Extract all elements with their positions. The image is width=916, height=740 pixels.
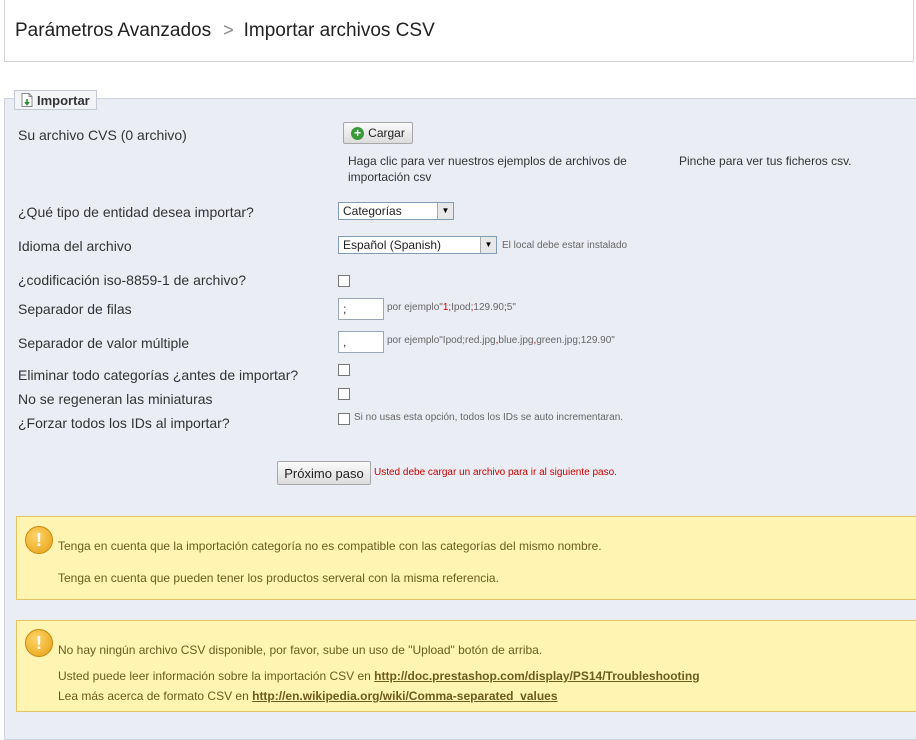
force-ids-note: Si no usas esta opción, todos los IDs se…	[354, 412, 624, 423]
breadcrumb-parent[interactable]: Parámetros Avanzados	[15, 20, 211, 41]
next-step-button[interactable]: Próximo paso	[277, 461, 371, 485]
warning-line: No hay ningún archivo CSV disponible, po…	[58, 643, 543, 657]
delete-all-checkbox[interactable]	[338, 364, 350, 376]
iso-label: ¿codificación iso-8859-1 de archivo?	[18, 272, 247, 288]
upload-button[interactable]: + Cargar	[343, 122, 413, 144]
force-ids-label: ¿Forzar todos los IDs al importar?	[18, 415, 230, 431]
row-separator-note: por ejemplo"1;Ipod;129.90;5"	[387, 302, 516, 313]
legend-label: Importar	[37, 92, 90, 108]
warning-compatibility: ! Tenga en cuenta que la importación cat…	[16, 516, 916, 600]
fieldset-legend: Importar	[14, 90, 97, 110]
warning-line: Tenga en cuenta que pueden tener los pro…	[58, 571, 499, 585]
file-label: Su archivo CVS (0 archivo)	[18, 127, 187, 143]
breadcrumb-separator: >	[223, 20, 234, 40]
multi-separator-label: Separador de valor múltiple	[18, 335, 190, 351]
warning-no-file: ! No hay ningún archivo CSV disponible, …	[16, 620, 916, 712]
language-select-value: Español (Spanish)	[343, 238, 442, 252]
entity-select-value: Categorías	[343, 204, 402, 218]
warning-icon: !	[25, 629, 53, 657]
force-ids-checkbox[interactable]	[338, 413, 350, 425]
chevron-down-icon: ▼	[480, 237, 496, 253]
add-icon: +	[351, 126, 365, 140]
entity-select[interactable]: Categorías ▼	[338, 202, 454, 220]
row-separator-input[interactable]: ;	[338, 298, 384, 320]
upload-button-label: Cargar	[368, 126, 405, 140]
warning-line: Lea más acerca de formato CSV en http://…	[58, 689, 558, 703]
language-label: Idioma del archivo	[18, 238, 132, 254]
warning-line: Tenga en cuenta que la importación categ…	[58, 539, 602, 553]
examples-help-link[interactable]: Haga clic para ver nuestros ejemplos de …	[348, 153, 658, 185]
delete-all-label: Eliminar todo categorías ¿antes de impor…	[18, 367, 299, 383]
iso-checkbox[interactable]	[338, 275, 350, 287]
next-step-error: Usted debe cargar un archivo para ir al …	[374, 467, 617, 478]
import-document-icon	[21, 93, 33, 107]
entity-label: ¿Qué tipo de entidad desea importar?	[18, 204, 254, 220]
no-regen-checkbox[interactable]	[338, 388, 350, 400]
troubleshooting-link[interactable]: http://doc.prestashop.com/display/PS14/T…	[374, 669, 699, 683]
breadcrumb-bar: Parámetros Avanzados > Importar archivos C…	[4, 0, 914, 62]
multi-separator-note: por ejemplo"Ipod;red.jpg,blue.jpg,green.…	[387, 335, 615, 346]
csv-format-link[interactable]: http://en.wikipedia.org/wiki/Comma-separ…	[252, 689, 557, 703]
row-separator-label: Separador de filas	[18, 301, 132, 317]
warning-icon: !	[25, 526, 53, 554]
breadcrumb: Parámetros Avanzados > Importar archivos C…	[15, 20, 435, 42]
chevron-down-icon: ▼	[437, 203, 453, 219]
breadcrumb-current: Importar archivos CSV	[243, 20, 435, 41]
files-help-link[interactable]: Pinche para ver tus ficheros csv.	[679, 153, 852, 169]
warning-line: Usted puede leer información sobre la im…	[58, 669, 700, 683]
no-regen-label: No se regeneran las miniaturas	[18, 391, 213, 407]
language-note: El local debe estar instalado	[502, 240, 628, 251]
multi-separator-input[interactable]: ,	[338, 331, 384, 353]
language-select[interactable]: Español (Spanish) ▼	[338, 236, 497, 254]
